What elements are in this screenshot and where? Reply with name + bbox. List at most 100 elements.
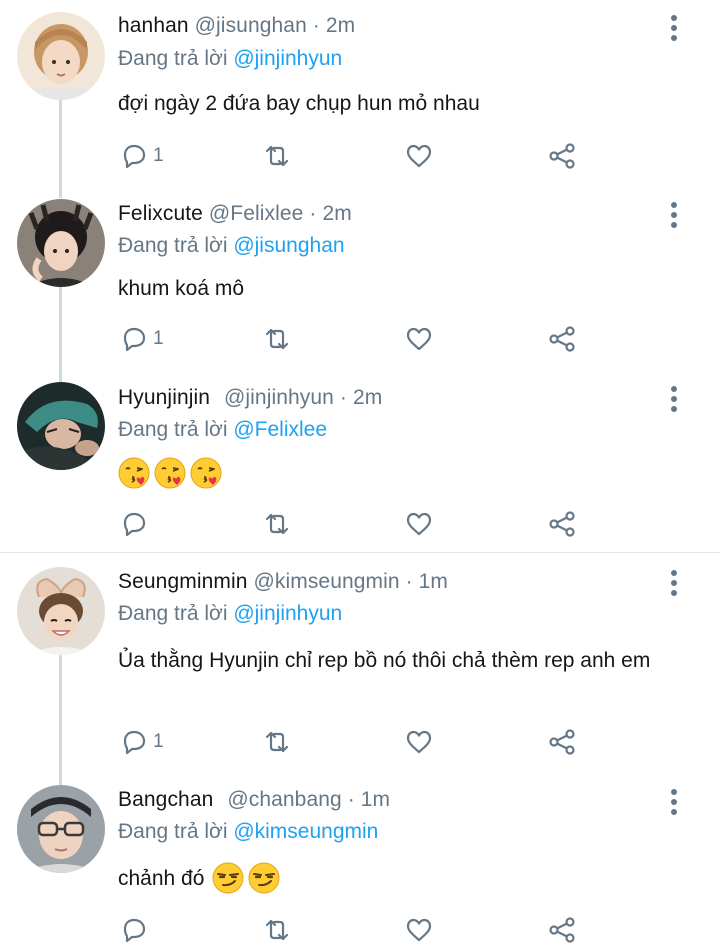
timestamp[interactable]: 2m xyxy=(326,14,355,37)
avatar-image xyxy=(17,12,105,100)
display-name[interactable]: Hyunjinjin xyxy=(118,386,210,409)
action-bar: 1 xyxy=(0,140,720,172)
tweet-text: khum koá mô xyxy=(118,277,245,300)
replying-to: Đang trả lời @Felixlee xyxy=(118,418,327,442)
timestamp[interactable]: 1m xyxy=(419,570,448,593)
reply-tweet[interactable]: Bangchan @chanbang · 1m Đang trả lời @ki… xyxy=(0,778,720,952)
avatar[interactable] xyxy=(17,785,105,873)
reply-count: 1 xyxy=(153,145,164,166)
mention-link[interactable]: @jisunghan xyxy=(233,234,344,257)
reply-icon xyxy=(123,730,146,755)
action-bar xyxy=(0,508,720,540)
face-blowing-kiss-icon xyxy=(190,457,222,489)
replying-to-label: Đang trả lời xyxy=(118,47,228,70)
like-button[interactable] xyxy=(404,323,434,355)
retweet-button[interactable] xyxy=(262,508,292,540)
more-options-icon[interactable] xyxy=(665,788,683,816)
user-handle[interactable]: @chanbang xyxy=(227,788,341,811)
reply-button[interactable]: 1 xyxy=(119,323,164,355)
reply-tweet[interactable]: Felixcute @Felixlee · 2m Đang trả lời @j… xyxy=(0,190,720,375)
replying-to: Đang trả lời @jisunghan xyxy=(118,234,345,258)
replying-to-label: Đang trả lời xyxy=(118,602,228,625)
more-options-icon[interactable] xyxy=(665,569,683,597)
mention-link[interactable]: @jinjinhyun xyxy=(233,602,342,625)
timestamp[interactable]: 2m xyxy=(353,386,382,409)
more-options-icon[interactable] xyxy=(665,201,683,229)
reply-icon xyxy=(123,512,146,537)
mention-link[interactable]: @jinjinhyun xyxy=(233,47,342,70)
like-button[interactable] xyxy=(404,726,434,758)
share-button[interactable] xyxy=(547,914,577,946)
reply-tweet[interactable]: hanhan @jisunghan · 2m Đang trả lời @jin… xyxy=(0,0,720,190)
mention-link[interactable]: @Felixlee xyxy=(233,418,327,441)
reply-button[interactable] xyxy=(119,508,149,540)
share-button[interactable] xyxy=(547,508,577,540)
reply-icon xyxy=(123,144,146,169)
heart-icon xyxy=(406,144,432,168)
share-icon xyxy=(549,143,575,169)
replying-to-label: Đang trả lời xyxy=(118,234,228,257)
reply-icon xyxy=(123,327,146,352)
avatar[interactable] xyxy=(17,382,105,470)
more-options-icon[interactable] xyxy=(665,385,683,413)
separator-dot: · xyxy=(312,14,320,37)
like-button[interactable] xyxy=(404,914,434,946)
face-blowing-kiss-icon xyxy=(118,457,150,489)
timestamp[interactable]: 2m xyxy=(322,202,351,225)
like-button[interactable] xyxy=(404,508,434,540)
smirking-face-icon xyxy=(212,862,244,894)
display-name[interactable]: Seungminmin xyxy=(118,570,248,593)
avatar[interactable] xyxy=(17,567,105,655)
retweet-icon xyxy=(265,513,289,535)
reply-tweet[interactable]: Seungminmin @kimseungmin · 1m Đang trả l… xyxy=(0,553,720,778)
action-bar xyxy=(0,914,720,946)
reply-count: 1 xyxy=(153,731,164,752)
user-handle[interactable]: @Felixlee xyxy=(209,202,304,225)
heart-icon xyxy=(406,512,432,536)
tweet-emojis xyxy=(212,862,280,894)
share-button[interactable] xyxy=(547,726,577,758)
avatar-image xyxy=(17,382,105,470)
share-icon xyxy=(549,729,575,755)
reply-button[interactable]: 1 xyxy=(119,726,164,758)
retweet-icon xyxy=(265,145,289,167)
avatar-image xyxy=(17,785,105,873)
avatar[interactable] xyxy=(17,199,105,287)
tweet-text: đợi ngày 2 đứa bay chụp hun mỏ nhau xyxy=(118,92,480,115)
replying-to: Đang trả lời @kimseungmin xyxy=(118,820,378,844)
separator-dot: · xyxy=(347,788,355,811)
user-handle[interactable]: @kimseungmin xyxy=(253,570,399,593)
action-bar: 1 xyxy=(0,726,720,758)
retweet-button[interactable] xyxy=(262,323,292,355)
avatar[interactable] xyxy=(17,12,105,100)
user-handle[interactable]: @jisunghan xyxy=(195,14,307,37)
smirking-face-icon xyxy=(248,862,280,894)
share-icon xyxy=(549,326,575,352)
separator-dot: · xyxy=(339,386,347,409)
reply-button[interactable]: 1 xyxy=(119,140,164,172)
share-button[interactable] xyxy=(547,323,577,355)
like-button[interactable] xyxy=(404,140,434,172)
display-name[interactable]: Bangchan xyxy=(118,788,213,811)
display-name[interactable]: Felixcute xyxy=(118,202,203,225)
mention-link[interactable]: @kimseungmin xyxy=(233,820,378,843)
reply-button[interactable] xyxy=(119,914,149,946)
share-button[interactable] xyxy=(547,140,577,172)
display-name[interactable]: hanhan xyxy=(118,14,189,37)
replying-to: Đang trả lời @jinjinhyun xyxy=(118,602,342,626)
retweet-button[interactable] xyxy=(262,914,292,946)
heart-icon xyxy=(406,918,432,942)
reply-tweet[interactable]: Hyunjinjin @jinjinhyun · 2m Đang trả lời… xyxy=(0,375,720,552)
retweet-icon xyxy=(265,919,289,941)
user-handle[interactable]: @jinjinhyun xyxy=(224,386,334,409)
share-icon xyxy=(549,917,575,943)
retweet-icon xyxy=(265,731,289,753)
timestamp[interactable]: 1m xyxy=(361,788,390,811)
tweet-body: chảnh đó xyxy=(118,862,280,894)
retweet-button[interactable] xyxy=(262,140,292,172)
retweet-button[interactable] xyxy=(262,726,292,758)
share-icon xyxy=(549,511,575,537)
avatar-image xyxy=(17,199,105,287)
more-options-icon[interactable] xyxy=(665,14,683,42)
separator-dot: · xyxy=(405,570,413,593)
